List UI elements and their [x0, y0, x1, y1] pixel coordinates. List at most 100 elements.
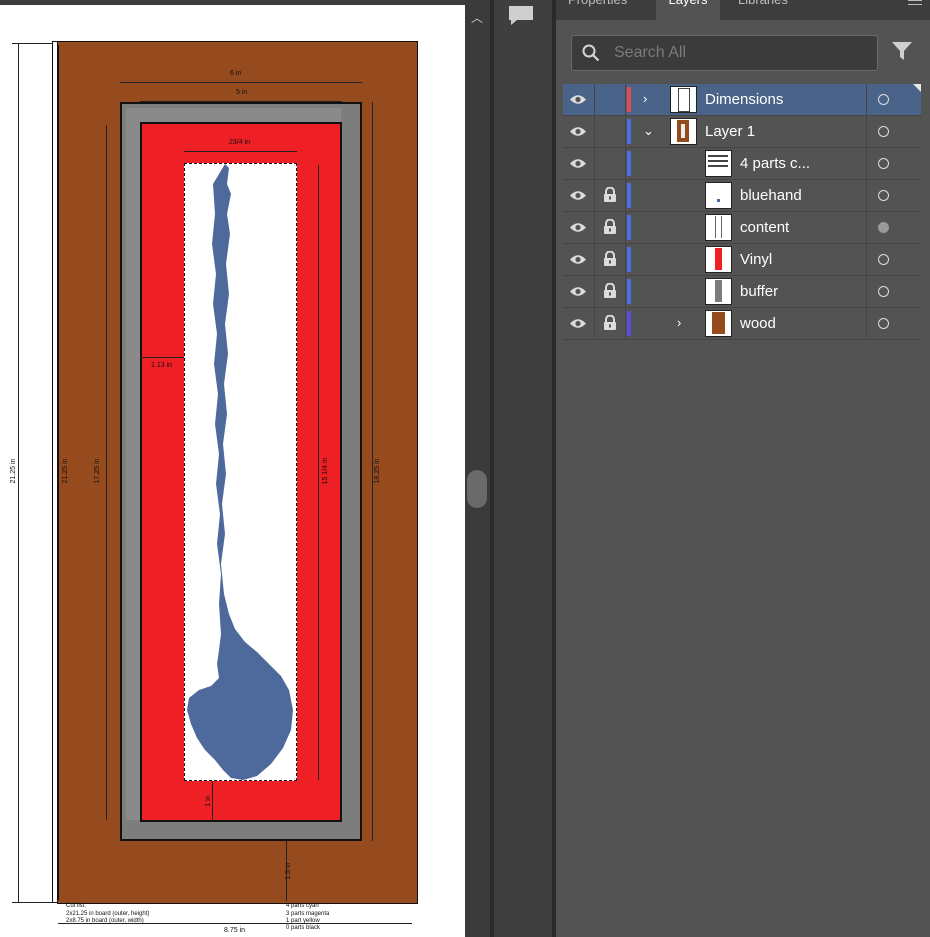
filter-icon[interactable]: [891, 40, 913, 62]
lock-toggle[interactable]: [595, 148, 626, 179]
layer-thumbnail: [705, 182, 732, 209]
layer-row[interactable]: ⌄ Layer 1: [563, 116, 921, 148]
layer-target-toggle[interactable]: [866, 148, 922, 179]
layer-name: content: [740, 219, 790, 236]
layer-row[interactable]: buffer: [563, 276, 921, 308]
dim-line-buffer-height: [372, 102, 373, 841]
visibility-toggle[interactable]: [563, 116, 595, 147]
search-input[interactable]: Search All: [614, 44, 686, 62]
chevron-right-icon[interactable]: ›: [677, 315, 681, 330]
panel-collapse-strip[interactable]: ︿: [465, 0, 490, 937]
paint-mix-line: 3 parts magenta: [286, 911, 330, 917]
dim-line-red-width: [184, 151, 297, 152]
lock-toggle[interactable]: [595, 84, 626, 115]
layer-target-toggle[interactable]: [866, 244, 922, 275]
paint-mix-line: 1 part yellow: [286, 918, 320, 924]
visibility-toggle[interactable]: [563, 308, 595, 339]
layer-row[interactable]: bluehand: [563, 180, 921, 212]
layer-thumbnail: [705, 214, 732, 241]
layer-color-bar: [627, 279, 631, 304]
layer-color-bar: [627, 87, 631, 112]
layer-color-bar: [627, 183, 631, 208]
dim-bottom-gap-label: 1 in: [205, 795, 212, 807]
target-circle-icon: [878, 126, 889, 137]
lock-toggle[interactable]: [595, 212, 626, 243]
layer-target-toggle[interactable]: [866, 308, 922, 339]
chevron-right-icon[interactable]: ›: [643, 91, 647, 106]
layer-target-toggle[interactable]: [866, 276, 922, 307]
dim-line-side-offset: [140, 357, 184, 358]
layer-target-toggle[interactable]: [866, 180, 922, 211]
panel-menu-icon[interactable]: [908, 0, 922, 8]
dim-red-width-label: 23/4 in: [229, 139, 251, 146]
chevron-down-icon[interactable]: ⌄: [643, 123, 654, 139]
dim-tick: [12, 902, 52, 903]
panel-tabs: Properties Layers Libraries: [556, 0, 930, 20]
layer-row[interactable]: › wood: [563, 308, 921, 340]
layer-thumbnail: [670, 118, 697, 145]
layer-row[interactable]: content: [563, 212, 921, 244]
dim-buffer-height-label: 18.25 in: [374, 458, 381, 484]
layers-list: › Dimensions ⌄ Layer 1 4 parts c... blueha…: [563, 84, 921, 340]
layer-thumbnail: [705, 246, 732, 273]
layer-target-toggle[interactable]: [866, 116, 922, 147]
dim-line-board-height: [58, 45, 59, 900]
layer-row[interactable]: Vinyl: [563, 244, 921, 276]
comment-icon[interactable]: [507, 4, 535, 26]
lock-toggle[interactable]: [595, 116, 626, 147]
visibility-toggle[interactable]: [563, 148, 595, 179]
target-circle-icon: [878, 318, 889, 329]
search-icon: [582, 44, 600, 62]
layer-target-toggle[interactable]: [866, 212, 922, 243]
lock-toggle[interactable]: [595, 276, 626, 307]
layer-thumbnail: [705, 310, 732, 337]
cut-list-line: 2x21.25 in board (outer, height): [66, 911, 150, 917]
layer-row[interactable]: 4 parts c...: [563, 148, 921, 180]
target-circle-icon: [878, 190, 889, 201]
layer-name: bluehand: [740, 187, 802, 204]
dim-top-outer-label: 6 in: [230, 70, 242, 77]
lock-toggle[interactable]: [595, 308, 626, 339]
target-circle-icon: [878, 254, 889, 265]
tab-layers[interactable]: Layers: [656, 0, 720, 20]
lock-toggle[interactable]: [595, 180, 626, 211]
dim-side-offset-label: 1.13 in: [151, 362, 173, 369]
layer-name: 4 parts c...: [740, 155, 811, 172]
layer-color-bar: [627, 215, 631, 240]
layer-thumbnail: [705, 278, 732, 305]
visibility-toggle[interactable]: [563, 180, 595, 211]
paint-mix-line: 4 parts cyan: [286, 903, 319, 909]
search-box[interactable]: Search All: [571, 35, 878, 71]
layer-thumbnail: [705, 150, 732, 177]
dim-line-inner-height: [106, 125, 107, 820]
dim-inner-height-label: 17.25 in: [94, 458, 101, 484]
dim-bottom-offset-label: 1.5 in: [285, 862, 292, 880]
layer-name: Dimensions: [705, 91, 784, 108]
lock-toggle[interactable]: [595, 244, 626, 275]
visibility-toggle[interactable]: [563, 276, 595, 307]
layer-color-bar: [627, 119, 631, 144]
dim-top-inner-label: 5 in: [236, 89, 248, 96]
tab-libraries[interactable]: Libraries: [738, 0, 788, 20]
scroll-handle[interactable]: [467, 470, 487, 508]
tab-properties[interactable]: Properties: [568, 0, 627, 20]
visibility-toggle[interactable]: [563, 244, 595, 275]
visibility-toggle[interactable]: [563, 84, 595, 115]
dim-board-height-label: 21.25 in: [62, 458, 69, 484]
artboard-canvas[interactable]: 21.25 in 21.25 in 6 in 5 in 23/4 in 1.13…: [0, 5, 465, 937]
layer-target-toggle[interactable]: [866, 84, 922, 115]
paint-mix-line: 0 parts black: [286, 925, 321, 931]
dim-bottom-width-label: 8.75 in: [224, 927, 246, 934]
layer-name: Layer 1: [705, 123, 756, 140]
dim-tick: [12, 43, 52, 44]
layer-thumbnail: [670, 86, 697, 113]
chevron-up-icon[interactable]: ︿: [471, 9, 483, 26]
target-circle-icon: [878, 222, 889, 233]
target-circle-icon: [878, 158, 889, 169]
blue-hand-image: [187, 164, 293, 780]
layer-name: buffer: [740, 283, 779, 300]
layer-color-bar: [627, 247, 631, 272]
visibility-toggle[interactable]: [563, 212, 595, 243]
dim-total-height-label: 21.25 in: [10, 458, 17, 484]
layer-row[interactable]: › Dimensions: [563, 84, 921, 116]
